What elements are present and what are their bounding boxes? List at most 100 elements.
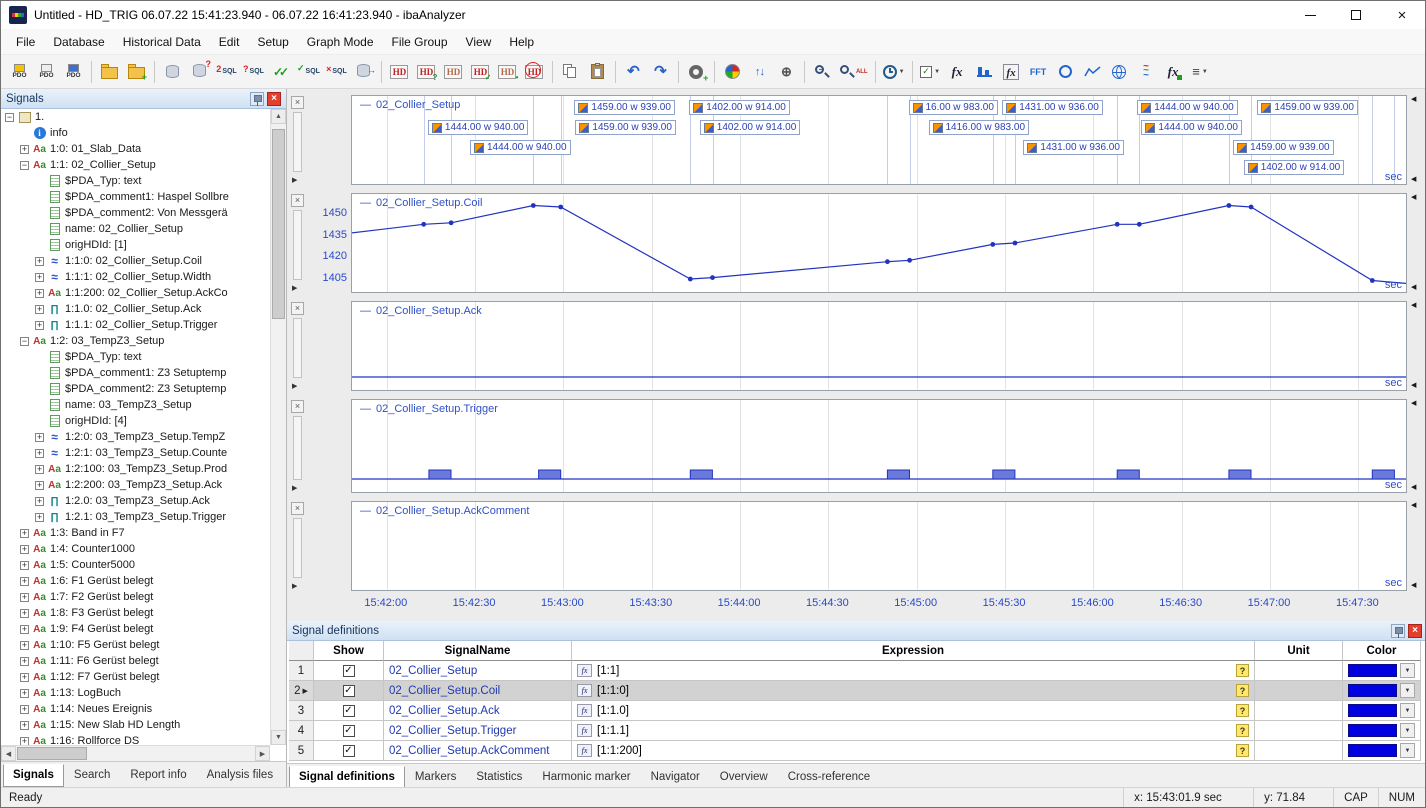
tree-item-1-15-new-slab-hd-length[interactable]: +Aa1:15: New Slab HD Length <box>1 717 270 733</box>
panel-close-icon[interactable]: × <box>1408 624 1422 638</box>
strip-marker-top-icon[interactable]: ◀ <box>1411 400 1416 407</box>
signal-name[interactable]: 02_Collier_Setup.AckComment <box>389 745 549 757</box>
sql-query-2-button[interactable]: 2SQL <box>213 58 240 86</box>
value-label[interactable]: 1402.00 w 914.00 <box>689 100 790 115</box>
map-view-button[interactable] <box>1106 58 1133 86</box>
hd-cancel-button[interactable]: HD <box>521 58 548 86</box>
tree-item-pda-typ-text[interactable]: $PDA_Typ: text <box>1 349 270 365</box>
expand-icon[interactable]: + <box>20 577 29 586</box>
tab-cross-reference[interactable]: Cross-reference <box>778 766 880 789</box>
append-analysis-button[interactable]: + <box>123 58 150 86</box>
tree-item-1-16-rollforce-ds[interactable]: +Aa1:16: Rollforce DS <box>1 733 270 745</box>
column-header-color[interactable]: Color <box>1343 641 1421 661</box>
hd-event-button[interactable]: HD <box>440 58 467 86</box>
value-label[interactable]: 1444.00 w 940.00 <box>428 120 529 135</box>
expand-icon[interactable]: + <box>20 145 29 154</box>
table-row-02-collier-setup-ackcomment[interactable]: 5✓02_Collier_Setup.AckCommentfx[1:1:200]… <box>289 741 1421 761</box>
zoom-out-button[interactable]: − <box>809 58 836 86</box>
expand-icon[interactable]: + <box>35 481 44 490</box>
tree-item-1-3-band-in-f7[interactable]: +Aa1:3: Band in F7 <box>1 525 270 541</box>
expand-icon[interactable]: + <box>20 705 29 714</box>
sql-commit-button[interactable]: ✓SQL <box>294 58 323 86</box>
strip-expand-icon[interactable]: ▶ <box>292 583 297 590</box>
value-label[interactable]: 1431.00 w 936.00 <box>1002 100 1103 115</box>
color-swatch[interactable] <box>1348 664 1397 677</box>
tab-search[interactable]: Search <box>64 764 120 787</box>
expand-icon[interactable]: + <box>20 673 29 682</box>
strip-marker-top-icon[interactable]: ◀ <box>1411 502 1416 509</box>
expand-icon[interactable]: + <box>20 593 29 602</box>
menu-view[interactable]: View <box>457 31 501 53</box>
strip-expand-icon[interactable]: ▶ <box>292 177 297 184</box>
tree-item-1-1-1-02-collier-setup-width[interactable]: +≈1:1:1: 02_Collier_Setup.Width <box>1 269 270 285</box>
strip-marker-top-icon[interactable]: ◀ <box>1411 96 1416 103</box>
strip-marker-bottom-icon[interactable]: ◀ <box>1411 176 1416 183</box>
tree-item-1-12-f7-ger-st-belegt[interactable]: +Aa1:12: F7 Gerüst belegt <box>1 669 270 685</box>
tree-item-info[interactable]: iinfo <box>1 125 270 141</box>
expression-help-icon[interactable]: ? <box>1236 664 1249 677</box>
rearrange-button[interactable]: ⊕ <box>773 58 800 86</box>
color-dropdown-icon[interactable]: ▼ <box>1400 743 1415 758</box>
menu-graph-mode[interactable]: Graph Mode <box>298 31 383 53</box>
tree-item-pda-comment1-z3-setuptemp[interactable]: $PDA_comment1: Z3 Setuptemp <box>1 365 270 381</box>
tab-signal-definitions[interactable]: Signal definitions <box>289 766 405 789</box>
strip-plot[interactable]: 1459.00 w 939.001402.00 w 914.0016.00 w … <box>351 95 1407 185</box>
hd-server-button[interactable]: HD <box>386 58 413 86</box>
strip-close-icon[interactable]: × <box>291 194 304 207</box>
expression-text[interactable]: [1:1.1] <box>597 725 629 737</box>
strip-expand-icon[interactable]: ▶ <box>292 383 297 390</box>
expand-icon[interactable]: + <box>20 737 29 746</box>
tree-item-1-5-counter5000[interactable]: +Aa1:5: Counter5000 <box>1 557 270 573</box>
color-dropdown-icon[interactable]: ▼ <box>1400 683 1415 698</box>
strip-plot[interactable]: —02_Collier_Setup.Coilsec <box>351 193 1407 293</box>
strip-scrollbar[interactable] <box>293 318 302 378</box>
hd-time-button[interactable]: HD• <box>494 58 521 86</box>
expand-icon[interactable]: + <box>35 305 44 314</box>
signal-name[interactable]: 02_Collier_Setup.Coil <box>389 685 500 697</box>
strip-marker-bottom-icon[interactable]: ◀ <box>1411 284 1416 291</box>
save-pdo-file-button[interactable]: PDO <box>60 58 87 86</box>
scroll-up-icon[interactable]: ▲ <box>271 109 286 124</box>
show-checkbox[interactable]: ✓ <box>343 665 355 677</box>
show-checkbox[interactable]: ✓ <box>343 705 355 717</box>
color-swatch[interactable] <box>1348 704 1397 717</box>
expand-icon[interactable]: + <box>20 609 29 618</box>
fft-view-button[interactable]: FFT <box>1025 58 1052 86</box>
strip-plot[interactable]: —02_Collier_Setup.AckCommentsec <box>351 501 1407 591</box>
value-label[interactable]: 1402.00 w 914.00 <box>700 120 801 135</box>
expand-icon[interactable]: + <box>35 321 44 330</box>
sql-query-button[interactable]: ?SQL <box>240 58 267 86</box>
value-label[interactable]: 1459.00 w 939.00 <box>1257 100 1358 115</box>
tree-item-1-7-f2-ger-st-belegt[interactable]: +Aa1:7: F2 Gerüst belegt <box>1 589 270 605</box>
expand-icon[interactable]: + <box>35 513 44 522</box>
tree-item-orighdid-1[interactable]: origHDId: [1] <box>1 237 270 253</box>
harmonic-view-button[interactable]: ~~~ <box>1133 58 1160 86</box>
show-checkbox[interactable]: ✓ <box>343 725 355 737</box>
color-swatch[interactable] <box>1348 684 1397 697</box>
fx-report-button[interactable]: fx <box>1160 58 1187 86</box>
fx-icon[interactable]: fx <box>577 744 592 757</box>
value-label[interactable]: 1444.00 w 940.00 <box>1141 120 1242 135</box>
column-header-expression[interactable]: Expression <box>572 641 1255 661</box>
expand-icon[interactable]: + <box>20 657 29 666</box>
signal-name[interactable]: 02_Collier_Setup.Trigger <box>389 725 516 737</box>
fx-icon[interactable]: fx <box>577 664 592 677</box>
tree-item-1-0-01-slab-data[interactable]: +Aa1:0: 01_Slab_Data <box>1 141 270 157</box>
tree-item-1-2-0-03-tempz3-setup-tempz[interactable]: +≈1:2:0: 03_TempZ3_Setup.TempZ <box>1 429 270 445</box>
menu-help[interactable]: Help <box>500 31 543 53</box>
table-row-02-collier-setup-trigger[interactable]: 4✓02_Collier_Setup.Triggerfx[1:1.1]?▼ <box>289 721 1421 741</box>
fx-icon[interactable]: fx <box>577 684 592 697</box>
tree-item-pda-comment1-haspel-sollbre[interactable]: $PDA_comment1: Haspel Sollbre <box>1 189 270 205</box>
database-button[interactable] <box>159 58 186 86</box>
display-options-button[interactable]: ✓▼ <box>917 58 944 86</box>
menu-historical-data[interactable]: Historical Data <box>114 31 210 53</box>
tree-item-1[interactable]: −1. <box>1 109 270 125</box>
scroll-thumb[interactable] <box>17 747 87 760</box>
value-label[interactable]: 1459.00 w 939.00 <box>574 100 675 115</box>
tab-markers[interactable]: Markers <box>405 766 467 789</box>
tree-horizontal-scrollbar[interactable]: ◀ ▶ <box>1 745 270 761</box>
strip-close-icon[interactable]: × <box>291 502 304 515</box>
tree-item-1-2-100-03-tempz3-setup-prod[interactable]: +Aa1:2:100: 03_TempZ3_Setup.Prod <box>1 461 270 477</box>
menu-file-group[interactable]: File Group <box>383 31 457 53</box>
menu-setup[interactable]: Setup <box>248 31 297 53</box>
